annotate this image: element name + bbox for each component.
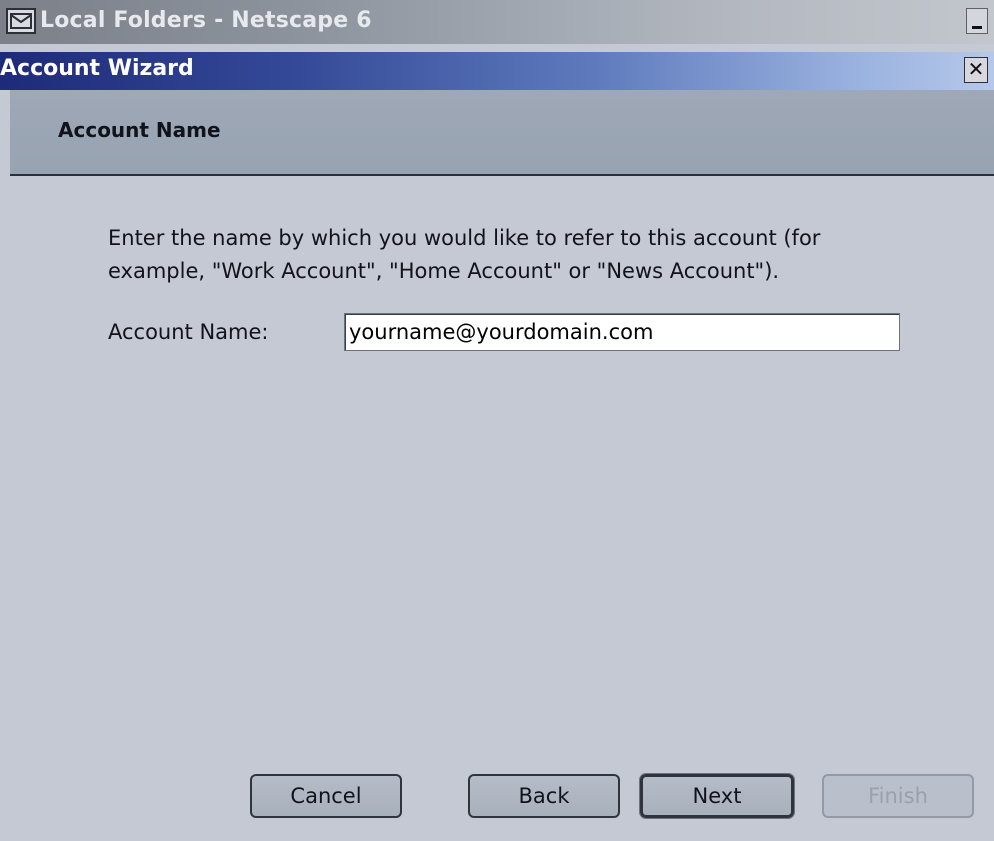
finish-button: Finish	[822, 774, 974, 818]
cancel-button[interactable]: Cancel	[250, 774, 402, 818]
dialog-titlebar[interactable]: Account Wizard ✕	[0, 52, 994, 90]
minimize-icon	[972, 26, 982, 29]
back-button[interactable]: Back	[468, 774, 620, 818]
minimize-button[interactable]	[966, 8, 988, 34]
instructions-text: Enter the name by which you would like t…	[108, 226, 821, 283]
close-button[interactable]: ✕	[964, 57, 988, 83]
wizard-header: Account Name	[10, 90, 994, 176]
wizard-body: Enter the name by which you would like t…	[10, 178, 994, 841]
background-window-title: Local Folders - Netscape 6	[40, 8, 372, 33]
account-name-input[interactable]	[344, 313, 900, 351]
background-window-titlebar[interactable]: Local Folders - Netscape 6	[0, 0, 994, 44]
close-icon: ✕	[967, 57, 985, 81]
next-button[interactable]: Next	[640, 774, 794, 818]
dialog-title: Account Wizard	[0, 56, 194, 81]
mail-icon	[6, 8, 36, 34]
account-name-label: Account Name:	[108, 320, 269, 344]
page-title: Account Name	[58, 118, 221, 142]
